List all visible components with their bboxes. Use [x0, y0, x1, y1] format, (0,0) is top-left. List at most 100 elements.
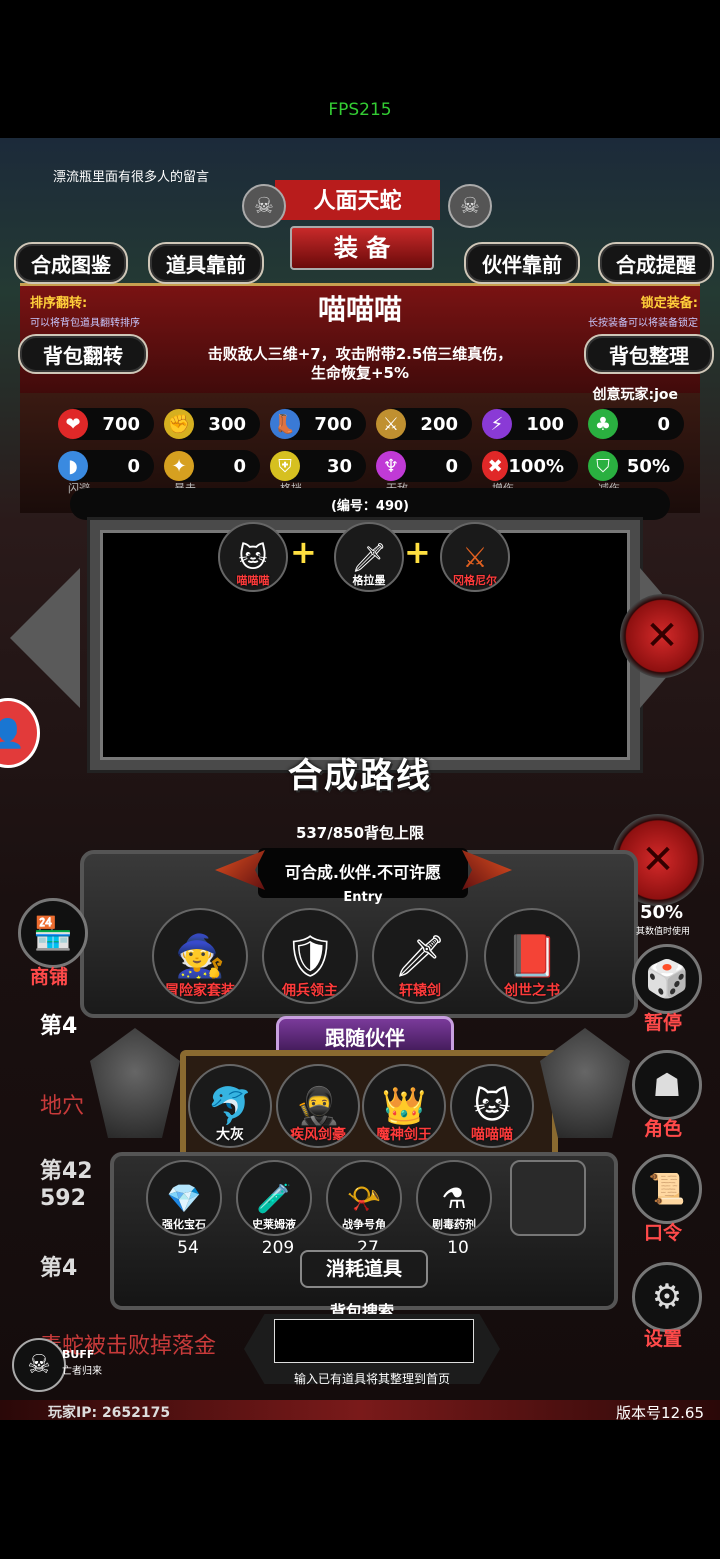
clover-icon: ♣ [588, 409, 618, 439]
skull-buff-icon[interactable]: ☠ [12, 1338, 66, 1392]
bg-text-stage: 第4 [40, 1014, 78, 1039]
shop-icon[interactable]: 🏪 [18, 898, 88, 968]
crit-icon: ✦ [164, 451, 194, 481]
recipe-item-label: 喵喵喵 [236, 574, 270, 587]
hooded-figure-icon[interactable]: ☗ [632, 1050, 702, 1120]
knight-icon: 🛡 [283, 931, 337, 980]
stat-value: 100% [508, 455, 564, 477]
cat-warrior-icon: 🐱 [238, 540, 268, 574]
consumable-slot[interactable]: ⚗ 剧毒药剂 [416, 1160, 492, 1236]
partnerEquip-item[interactable]: 🛡 佣兵领主 [262, 908, 358, 1004]
consumable-count: 10 [447, 1238, 469, 1258]
followers-label: 大灰 [216, 1127, 244, 1143]
fps-counter: FPS215 [328, 100, 392, 120]
row1-stat: 👢 700 [270, 408, 366, 440]
sort-flip-desc: 可以将背包道具翻转排序 [30, 318, 140, 329]
game-scene: 第4 地穴 第42 592 第4 毒蛇被击败掉落金 漂流瓶里面有很多人的留言 人… [0, 138, 720, 1420]
shop-label[interactable]: 商铺 [14, 962, 84, 989]
consumable-label: 强化宝石 [162, 1218, 206, 1231]
gear-icon[interactable]: ⚙ [632, 1262, 702, 1332]
dolphin-icon: 🐬 [207, 1086, 253, 1127]
followers-item[interactable]: 🥷 疾风剑豪 [276, 1064, 360, 1148]
plus-icon: + [290, 533, 317, 571]
bag-search-input[interactable] [274, 1319, 474, 1363]
recipe-item-2[interactable]: 🗡 格拉墨 [334, 522, 404, 592]
row2-stat: ⛉ 50% [588, 450, 684, 482]
equip-title: 装 备 [290, 226, 434, 270]
tab-items-first[interactable]: 道具靠前 [148, 242, 264, 284]
stat-value: 0 [233, 455, 246, 477]
profile-icon[interactable]: 👤 [0, 698, 40, 768]
entry-label: Entry [343, 890, 383, 905]
consumable-slot[interactable]: 💎 强化宝石 [146, 1160, 222, 1236]
partnerEquip-item[interactable]: 📕 创世之书 [484, 908, 580, 1004]
drift-bottle-text[interactable]: 漂流瓶里面有很多人的留言 [53, 166, 209, 185]
synthesis-route-title: 合成路线 [288, 756, 432, 796]
invincible-icon: ♆ [376, 451, 406, 481]
damage-down-icon: ⛉ [588, 451, 618, 481]
row2-stat: ♆ 0 [376, 450, 472, 482]
followers-label: 喵喵喵 [471, 1127, 513, 1143]
partnerEquip-label: 轩辕剑 [399, 983, 441, 999]
skull-ornament-left: ☠ [242, 184, 286, 228]
poison-potion-icon: ⚗ [441, 1181, 467, 1215]
plus-icon: + [404, 533, 431, 571]
recipe-item-1[interactable]: 🐱 喵喵喵 [218, 522, 288, 592]
bg-text-stage3: 第4 [40, 1256, 78, 1281]
code-label[interactable]: 口令 [628, 1218, 698, 1245]
item-name: 喵喵喵 [317, 293, 402, 326]
scroll-icon[interactable]: 📜 [632, 1154, 702, 1224]
partnerEquip-item[interactable]: 🗡 轩辕剑 [372, 908, 468, 1004]
stat-value: 700 [314, 413, 352, 435]
row2-stat: ◗ 0 [58, 450, 154, 482]
version-label: 版本号12.65 [616, 1404, 704, 1420]
row1-stat: ♣ 0 [588, 408, 684, 440]
item-code: (编号：490) [330, 499, 410, 514]
partnerEquip-label: 佣兵领主 [282, 983, 338, 999]
consumable-slot-empty[interactable] [510, 1160, 586, 1236]
pause-label[interactable]: 暂停 [628, 1008, 698, 1035]
dice-icon[interactable]: 🎲 [632, 944, 702, 1014]
boot-icon: 👢 [270, 409, 300, 439]
tab-synthesis-guide[interactable]: 合成图鉴 [14, 242, 128, 284]
buff-desc: 亡者归来 [62, 1366, 102, 1377]
followers-label: 疾风剑豪 [290, 1127, 346, 1143]
bag-flip-button[interactable]: 背包翻转 [18, 334, 148, 374]
bg-text-stage2: 第42 [40, 1159, 93, 1184]
bag-sort-button[interactable]: 背包整理 [584, 334, 714, 374]
prev-arrow-icon[interactable] [10, 568, 80, 708]
stat-value: 700 [102, 413, 140, 435]
settings-label[interactable]: 设置 [628, 1324, 698, 1351]
dodge-icon: ◗ [58, 451, 88, 481]
consumable-label: 战争号角 [342, 1218, 386, 1231]
tab-partners-first[interactable]: 伙伴靠前 [464, 242, 580, 284]
bg-text-number: 592 [40, 1186, 86, 1211]
followers-label: 魔神剑王 [376, 1127, 432, 1143]
cat-warrior-icon: 🐱 [473, 1085, 511, 1127]
recipe-item-3[interactable]: ⚔ 冈格尼尔 [440, 522, 510, 592]
bg-text-cave: 地穴 [40, 1094, 85, 1119]
followers-item[interactable]: 👑 魔神剑王 [362, 1064, 446, 1148]
followers-item[interactable]: 🐬 大灰 [188, 1064, 272, 1148]
book-icon: 📕 [506, 931, 558, 980]
strength-icon: ✊ [164, 409, 194, 439]
consumable-label: 史莱姆液 [252, 1218, 296, 1231]
lock-equip-desc: 长按装备可以将装备锁定 [588, 318, 698, 329]
bag-search-hint: 输入已有道具将其整理到首页 [293, 1372, 450, 1386]
row1-stat: ⚡ 100 [482, 408, 578, 440]
stat-value: 0 [127, 455, 140, 477]
consumable-slot[interactable]: 🧪 史莱姆液 [236, 1160, 312, 1236]
consumables-title: 消耗道具 [300, 1250, 428, 1288]
stat-value: 0 [445, 455, 458, 477]
sort-flip-title: 排序翻转: [30, 296, 88, 311]
partnerEquip-item[interactable]: 🧙 冒险家套装 [152, 908, 248, 1004]
swordsman-icon: 🥷 [295, 1086, 341, 1127]
consumable-slot[interactable]: 📯 战争号角 [326, 1160, 402, 1236]
sword-icon: 🗡 [351, 540, 387, 574]
value-note: 其数值时使用 [636, 927, 691, 937]
lock-equip-title: 锁定装备: [640, 296, 698, 311]
role-label[interactable]: 角色 [628, 1114, 698, 1141]
followers-item[interactable]: 🐱 喵喵喵 [450, 1064, 534, 1148]
tab-synthesis-reminder[interactable]: 合成提醒 [598, 242, 714, 284]
close-icon[interactable]: ✕ [620, 594, 704, 678]
